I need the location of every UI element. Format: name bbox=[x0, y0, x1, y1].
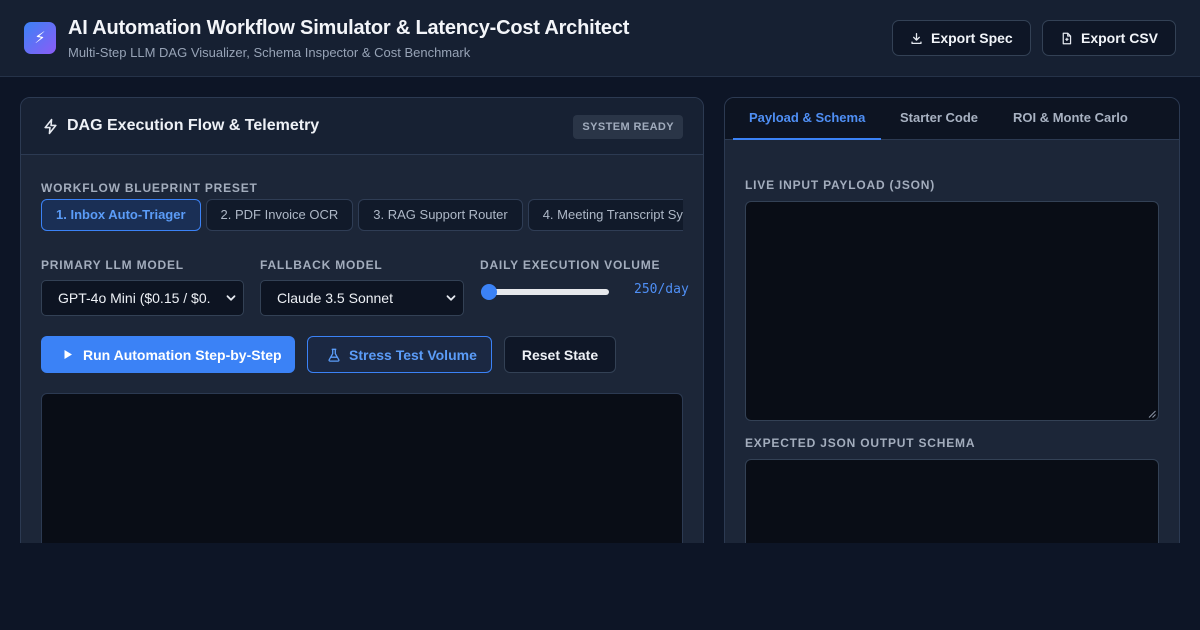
dag-flow-canvas[interactable] bbox=[41, 393, 683, 556]
stress-test-button[interactable]: Stress Test Volume bbox=[307, 336, 492, 373]
play-icon bbox=[64, 350, 72, 359]
resize-handle-icon[interactable] bbox=[1148, 410, 1156, 418]
dag-panel-header: DAG Execution Flow & Telemetry SYSTEM RE… bbox=[21, 98, 703, 155]
inspector-tabs: Payload & Schema Starter Code ROI & Mont… bbox=[725, 98, 1179, 140]
export-csv-button[interactable]: Export CSV bbox=[1042, 20, 1177, 56]
preset-meeting-transcript[interactable]: 4. Meeting Transcript Syn bbox=[527, 199, 683, 231]
preset-rag-support-router[interactable]: 3. RAG Support Router bbox=[358, 199, 523, 231]
run-automation-button[interactable]: Run Automation Step-by-Step bbox=[41, 336, 295, 373]
export-spec-label: Export Spec bbox=[931, 30, 1013, 46]
tab-starter-code[interactable]: Starter Code bbox=[884, 98, 994, 140]
primary-model-label: PRIMARY LLM MODEL bbox=[41, 258, 184, 272]
preset-inbox-auto-triager[interactable]: 1. Inbox Auto-Triager bbox=[41, 199, 201, 231]
chevron-down-icon bbox=[446, 295, 456, 301]
volume-slider[interactable] bbox=[481, 284, 609, 300]
tab-payload-schema[interactable]: Payload & Schema bbox=[733, 98, 882, 140]
volume-value: 250/day bbox=[634, 282, 689, 297]
preset-list: 1. Inbox Auto-Triager 2. PDF Invoice OCR 3… bbox=[41, 199, 683, 233]
payload-label: LIVE INPUT PAYLOAD (JSON) bbox=[745, 178, 936, 192]
status-badge: SYSTEM READY bbox=[573, 115, 683, 139]
app-subtitle: Multi-Step LLM DAG Visualizer, Schema In… bbox=[68, 45, 471, 60]
preset-label: WORKFLOW BLUEPRINT PRESET bbox=[41, 181, 258, 195]
app-title: AI Automation Workflow Simulator & Laten… bbox=[68, 17, 630, 39]
fallback-model-select[interactable]: Claude 3.5 Sonnet bbox=[260, 280, 464, 316]
stress-test-label: Stress Test Volume bbox=[349, 346, 477, 363]
fallback-model-label: FALLBACK MODEL bbox=[260, 258, 383, 272]
lightning-icon bbox=[44, 118, 57, 135]
reset-state-label: Reset State bbox=[521, 346, 599, 363]
inspector-panel: Payload & Schema Starter Code ROI & Mont… bbox=[724, 97, 1180, 557]
schema-label: EXPECTED JSON OUTPUT SCHEMA bbox=[745, 436, 976, 450]
primary-model-value: GPT-4o Mini ($0.15 / $0. bbox=[58, 290, 211, 306]
bolt-logo-icon: ⚡ bbox=[24, 22, 56, 54]
dag-panel-title: DAG Execution Flow & Telemetry bbox=[67, 117, 320, 134]
tab-roi-monte-carlo[interactable]: ROI & Monte Carlo bbox=[997, 98, 1144, 140]
app-header: ⚡ AI Automation Workflow Simulator & Lat… bbox=[0, 0, 1200, 77]
dag-panel: DAG Execution Flow & Telemetry SYSTEM RE… bbox=[20, 97, 704, 557]
download-icon bbox=[911, 32, 922, 44]
run-automation-label: Run Automation Step-by-Step bbox=[83, 346, 282, 363]
volume-label: DAILY EXECUTION VOLUME bbox=[480, 258, 661, 272]
primary-model-select[interactable]: GPT-4o Mini ($0.15 / $0. bbox=[41, 280, 244, 316]
flask-icon bbox=[328, 348, 340, 362]
page-footer-area bbox=[0, 543, 1200, 630]
export-csv-label: Export CSV bbox=[1081, 30, 1159, 46]
reset-state-button[interactable]: Reset State bbox=[504, 336, 616, 373]
fallback-model-value: Claude 3.5 Sonnet bbox=[277, 290, 393, 306]
file-icon bbox=[1062, 32, 1072, 44]
preset-pdf-invoice-ocr[interactable]: 2. PDF Invoice OCR bbox=[205, 199, 354, 231]
export-spec-button[interactable]: Export Spec bbox=[892, 20, 1031, 56]
slider-thumb[interactable] bbox=[481, 284, 497, 300]
payload-textarea[interactable] bbox=[745, 201, 1159, 421]
chevron-down-icon bbox=[226, 295, 236, 301]
